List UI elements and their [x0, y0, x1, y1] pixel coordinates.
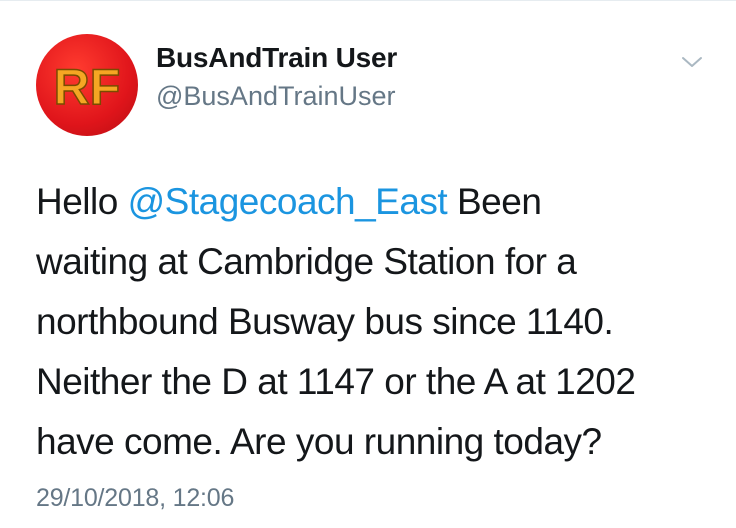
avatar[interactable]: RF	[36, 34, 138, 136]
tweet-text-line-2: waiting at Cambridge Station for a	[36, 241, 577, 282]
tweet-text-greeting: Hello	[36, 181, 128, 222]
avatar-initials: RF	[54, 59, 121, 115]
tweet-text-line-1: Hello @Stagecoach_East Been	[36, 172, 716, 232]
chevron-down-icon[interactable]	[680, 54, 704, 70]
tweet-text-line-1-end: Been	[447, 181, 542, 222]
author-display-name[interactable]: BusAndTrain User	[156, 40, 397, 76]
tweet-text: Hello @Stagecoach_East Been waiting at C…	[36, 172, 716, 472]
tweet-text-line-5: have come. Are you running today?	[36, 421, 602, 462]
author-header: BusAndTrain User @BusAndTrainUser	[156, 40, 397, 114]
tweet-text-line-3: northbound Busway bus since 1140.	[36, 301, 614, 342]
mention-link[interactable]: @Stagecoach_East	[128, 181, 448, 222]
tweet-card: RF BusAndTrain User @BusAndTrainUser Hel…	[0, 0, 736, 528]
avatar-logo: RF	[53, 58, 121, 116]
author-handle[interactable]: @BusAndTrainUser	[156, 78, 397, 114]
tweet-text-line-4: Neither the D at 1147 or the A at 1202	[36, 361, 636, 402]
tweet-timestamp[interactable]: 29/10/2018, 12:06	[36, 482, 234, 514]
